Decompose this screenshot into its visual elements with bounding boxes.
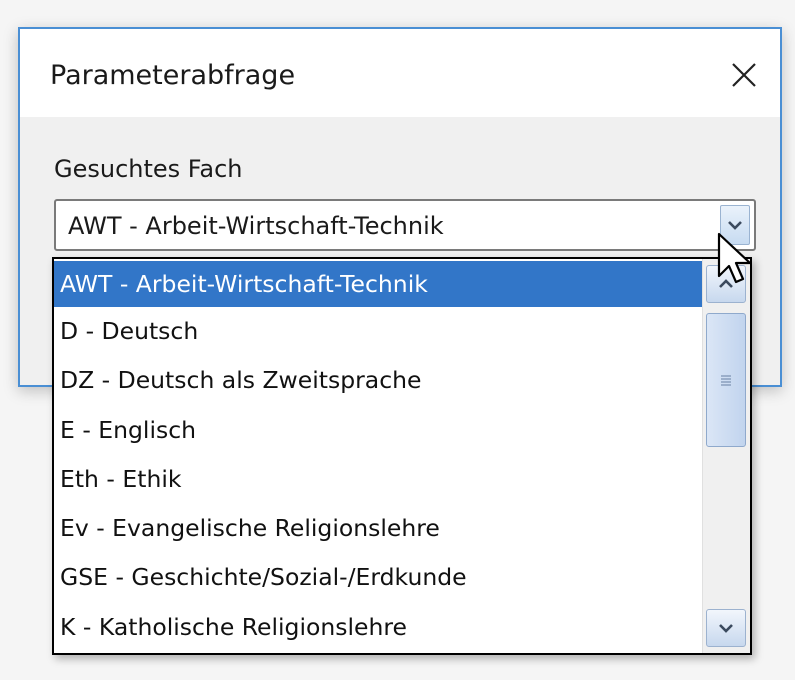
vertical-scrollbar[interactable] bbox=[702, 259, 750, 653]
list-item[interactable]: GSE - Geschichte/Sozial-/Erdkunde bbox=[54, 553, 702, 602]
scroll-thumb[interactable] bbox=[706, 313, 746, 447]
close-icon bbox=[732, 63, 756, 87]
list-item[interactable]: DZ - Deutsch als Zweitsprache bbox=[54, 356, 702, 405]
chevron-down-icon bbox=[728, 221, 742, 230]
list-item[interactable]: E - Englisch bbox=[54, 406, 702, 455]
chevron-down-icon bbox=[719, 624, 733, 633]
close-button[interactable] bbox=[722, 53, 766, 97]
mouse-cursor-icon bbox=[717, 232, 752, 284]
dialog-title: Parameterabfrage bbox=[50, 60, 296, 91]
dropdown-list[interactable]: AWT - Arbeit-Wirtschaft-Technik D - Deut… bbox=[52, 257, 752, 655]
list-item[interactable]: Eth - Ethik bbox=[54, 455, 702, 504]
field-label: Gesuchtes Fach bbox=[54, 155, 243, 183]
scroll-down-button[interactable] bbox=[706, 609, 746, 647]
grip-icon bbox=[721, 375, 731, 386]
combobox-value: AWT - Arbeit-Wirtschaft-Technik bbox=[68, 212, 444, 240]
subject-combobox[interactable]: AWT - Arbeit-Wirtschaft-Technik bbox=[54, 199, 756, 251]
dialog-titlebar: Parameterabfrage bbox=[20, 29, 780, 117]
list-item-selected[interactable]: AWT - Arbeit-Wirtschaft-Technik bbox=[54, 261, 702, 307]
list-item[interactable]: D - Deutsch bbox=[54, 307, 702, 356]
list-item[interactable]: K - Katholische Religionslehre bbox=[54, 603, 702, 652]
dropdown-items: AWT - Arbeit-Wirtschaft-Technik D - Deut… bbox=[54, 259, 702, 653]
list-item[interactable]: Ev - Evangelische Religionslehre bbox=[54, 504, 702, 553]
